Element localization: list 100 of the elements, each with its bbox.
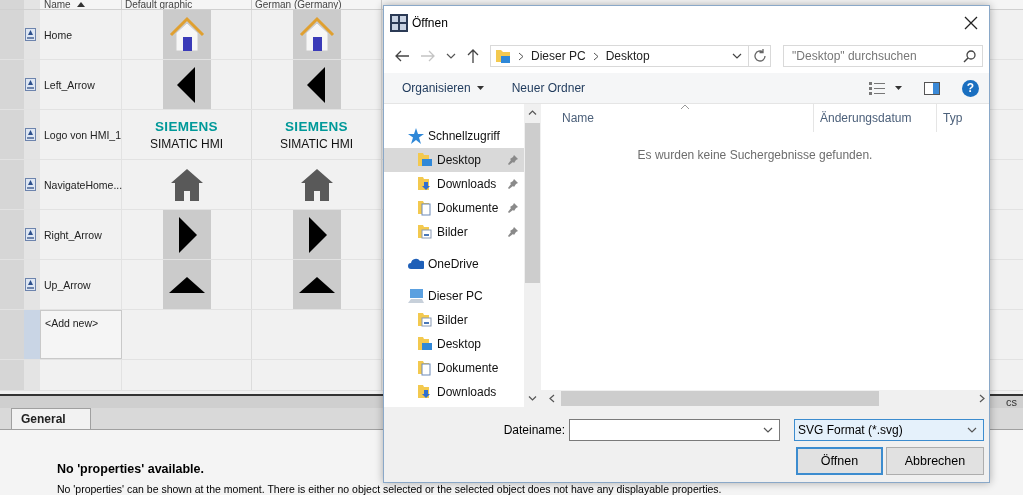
properties-message: No 'properties' can be shown at the moment. There is either no object selected or the selected object does not have any displayable properties. bbox=[57, 483, 723, 495]
graphic-entry-icon bbox=[25, 228, 36, 241]
graphic-entry-icon bbox=[25, 128, 36, 141]
sort-icon bbox=[680, 104, 690, 110]
graphic-name[interactable]: Up_Arrow bbox=[44, 278, 91, 291]
open-button[interactable]: Öffnen bbox=[796, 447, 883, 475]
nav-item[interactable]: Dieser PC bbox=[384, 284, 524, 308]
right-arrow-icon bbox=[176, 216, 197, 253]
toolbar-button[interactable]: Organisieren bbox=[402, 81, 484, 95]
computer-icon bbox=[408, 288, 424, 304]
nav-item[interactable]: Dokumente bbox=[384, 196, 524, 220]
refresh-button[interactable] bbox=[749, 45, 772, 67]
separator-icon bbox=[592, 51, 599, 61]
nav-item[interactable]: Bilder bbox=[384, 308, 524, 332]
logo-brand: SIEMENS bbox=[155, 118, 218, 134]
chevron-down-icon[interactable] bbox=[446, 53, 456, 59]
dialog-title: Öffnen bbox=[412, 15, 448, 30]
nav-item[interactable]: Schnellzugriff bbox=[384, 124, 524, 148]
graphic-entry-icon bbox=[25, 278, 36, 291]
caret-icon[interactable] bbox=[895, 86, 902, 90]
left-arrow-icon bbox=[306, 66, 327, 103]
row-header[interactable] bbox=[0, 60, 40, 109]
file-type-dropdown[interactable]: SVG Format (*.svg) bbox=[794, 419, 984, 441]
refresh-icon bbox=[752, 49, 767, 63]
graphic-name[interactable]: NavigateHome... bbox=[44, 178, 123, 191]
horizontal-scrollbar[interactable] bbox=[541, 390, 989, 407]
scroll-up-icon bbox=[528, 110, 537, 115]
left-arrow-icon bbox=[176, 66, 197, 103]
nav-item[interactable]: Desktop bbox=[384, 332, 524, 356]
nav-item[interactable]: Dokumente bbox=[384, 356, 524, 380]
breadcrumb-item[interactable]: Dieser PC bbox=[531, 49, 586, 63]
nav-item[interactable]: OneDrive bbox=[384, 252, 524, 276]
preview-pane-icon[interactable] bbox=[924, 81, 940, 95]
downloads-icon bbox=[417, 176, 433, 192]
filename-label: Dateiname: bbox=[503, 423, 565, 437]
up-arrow-icon bbox=[168, 274, 205, 295]
desktop-icon bbox=[417, 152, 433, 168]
vertical-scrollbar[interactable] bbox=[524, 104, 541, 407]
up-icon[interactable] bbox=[466, 48, 480, 64]
documents-icon bbox=[417, 360, 433, 376]
scrollbar-thumb[interactable] bbox=[525, 123, 540, 283]
back-icon[interactable] bbox=[394, 49, 410, 63]
dropdown-icon bbox=[763, 427, 773, 433]
help-button[interactable]: ? bbox=[962, 79, 979, 97]
column-header[interactable]: Typ bbox=[943, 111, 963, 125]
row-header[interactable] bbox=[0, 10, 40, 59]
right-arrow-icon bbox=[306, 216, 327, 253]
add-new-cell[interactable]: <Add new> bbox=[40, 310, 122, 359]
filename-field[interactable] bbox=[569, 419, 780, 441]
row-header[interactable] bbox=[0, 260, 40, 309]
graphic-name[interactable]: Left_Arrow bbox=[44, 78, 95, 91]
desktop-icon bbox=[417, 336, 433, 352]
graphic-entry-icon bbox=[25, 178, 36, 191]
folder-icon bbox=[495, 48, 511, 64]
graphic-entry-icon bbox=[25, 78, 36, 91]
empty-message: Es wurden keine Suchergebnisse gefunden. bbox=[636, 148, 874, 162]
column-header[interactable]: Name bbox=[562, 111, 594, 125]
nav-item[interactable]: Downloads bbox=[384, 172, 524, 196]
dropdown-icon bbox=[967, 427, 977, 433]
graphic-name[interactable]: Home bbox=[44, 28, 72, 41]
downloads-icon bbox=[417, 384, 433, 400]
close-icon[interactable] bbox=[964, 15, 978, 30]
scrollbar-thumb[interactable] bbox=[561, 391, 879, 406]
documents-icon bbox=[417, 200, 433, 216]
scroll-down-icon bbox=[528, 396, 537, 401]
scroll-right-icon bbox=[979, 394, 985, 403]
row-header[interactable] bbox=[0, 160, 40, 209]
toolbar-button[interactable]: Neuer Ordner bbox=[511, 81, 586, 95]
column-header[interactable]: Änderungsdatum bbox=[820, 111, 912, 125]
row-header[interactable] bbox=[0, 110, 40, 159]
column-header[interactable]: Name bbox=[44, 0, 71, 9]
dropdown-icon bbox=[732, 53, 743, 59]
nav-item[interactable]: Bilder bbox=[384, 220, 524, 244]
search-icon bbox=[963, 49, 976, 63]
cloud-icon bbox=[408, 256, 424, 272]
nav-item[interactable]: Desktop bbox=[384, 148, 524, 172]
graphic-entry-icon bbox=[25, 28, 36, 41]
search-field[interactable]: "Desktop" durchsuchen bbox=[783, 45, 983, 67]
logo-product: SIMATIC HMI bbox=[279, 136, 354, 151]
pictures-icon bbox=[417, 224, 433, 240]
cancel-button[interactable]: Abbrechen bbox=[886, 447, 984, 475]
view-list-icon[interactable] bbox=[869, 81, 885, 95]
forward-icon[interactable] bbox=[420, 49, 436, 63]
nav-item[interactable]: Downloads bbox=[384, 380, 524, 404]
logo-brand: SIEMENS bbox=[285, 118, 348, 134]
pictures-icon bbox=[417, 312, 433, 328]
properties-heading: No 'properties' available. bbox=[57, 462, 205, 476]
side-tab[interactable]: cs bbox=[1006, 396, 1023, 408]
separator-icon bbox=[518, 51, 524, 61]
app-icon bbox=[390, 13, 408, 32]
row-header[interactable] bbox=[0, 210, 40, 259]
scroll-left-icon bbox=[549, 394, 555, 403]
properties-tab[interactable]: General bbox=[11, 408, 91, 429]
address-bar[interactable]: Dieser PC Desktop bbox=[490, 45, 750, 67]
logo-product: SIMATIC HMI bbox=[149, 136, 224, 151]
graphic-name[interactable]: Right_Arrow bbox=[44, 228, 102, 241]
star-icon bbox=[408, 128, 424, 144]
breadcrumb-item[interactable]: Desktop bbox=[605, 49, 650, 63]
graphic-name[interactable]: Logo von HMI_1 bbox=[44, 128, 122, 141]
up-arrow-icon bbox=[298, 274, 335, 295]
